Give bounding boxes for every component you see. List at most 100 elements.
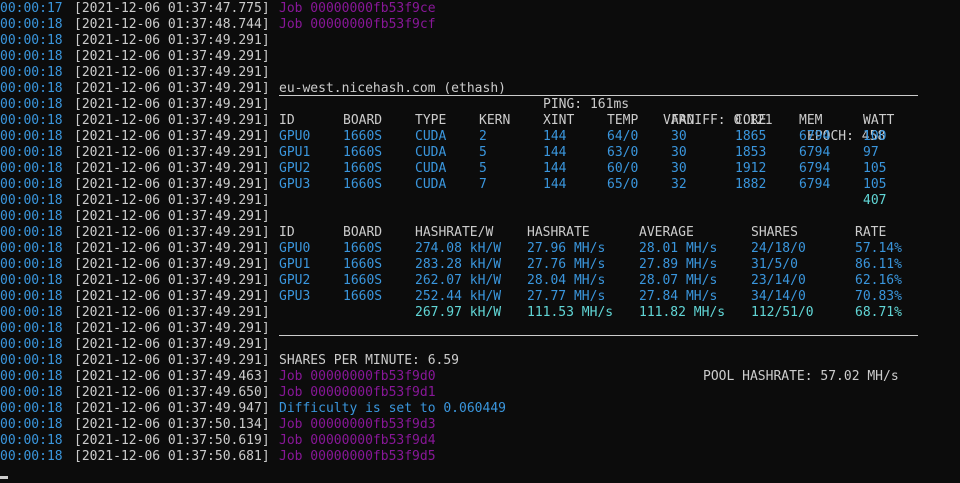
timestamp: [2021-12-06 01:37:49.291] — [74, 113, 270, 128]
uptime: 00:00:18 — [0, 241, 63, 256]
table-cell: TEMP — [607, 113, 639, 128]
log-line: 00:00:18 [2021-12-06 01:37:48.744] Job 000… — [0, 17, 960, 33]
table-cell: 274.08 kH/W — [415, 241, 502, 256]
table-cell: TYPE — [415, 113, 447, 128]
table-cell: GPU1 — [279, 257, 311, 272]
timestamp: [2021-12-06 01:37:49.947] — [74, 401, 270, 416]
table-cell: 62.16% — [855, 273, 902, 288]
table-cell: FAN — [671, 113, 695, 128]
table-cell: 283.28 kH/W — [415, 257, 502, 272]
table-cell: 27.84 MH/s — [639, 289, 718, 304]
uptime: 00:00:18 — [0, 177, 63, 192]
uptime: 00:00:18 — [0, 65, 63, 80]
uptime: 00:00:18 — [0, 273, 63, 288]
table-cell: 267.97 kH/W — [415, 305, 502, 320]
table-cell: ID — [279, 225, 295, 240]
table-cell: 144 — [543, 145, 567, 160]
log-message: Job 00000000fb53f9d3 — [279, 417, 436, 432]
table-cell: 1865 — [735, 129, 767, 144]
table-cell: 1660S — [343, 289, 383, 304]
timestamp: [2021-12-06 01:37:49.291] — [74, 209, 270, 224]
table-cell: KERN — [479, 113, 511, 128]
table-cell: 28.04 MH/s — [527, 273, 606, 288]
log-line: 00:00:17 [2021-12-06 01:37:47.775] Job 000… — [0, 1, 960, 17]
log-line: 00:00:18 [2021-12-06 01:37:50.134] Job 000… — [0, 417, 960, 433]
table-cell: 144 — [543, 129, 567, 144]
gpu-table-row: GPU0 1660S CUDA 2 144 64/0 30 1865 6794 100 — [279, 129, 919, 145]
log-line: 00:00:18 [2021-12-06 01:37:49.291] — [0, 65, 960, 81]
log-message: Job 00000000fb53f9cf — [279, 17, 436, 32]
log-line: 00:00:18 [2021-12-06 01:37:49.650] Job 000… — [0, 385, 960, 401]
miner-terminal[interactable]: 00:00:17 [2021-12-06 01:37:47.775] Job 000… — [0, 0, 960, 483]
timestamp: [2021-12-06 01:37:49.291] — [74, 321, 270, 336]
timestamp: [2021-12-06 01:37:49.291] — [74, 353, 270, 368]
log-line: 00:00:18 [2021-12-06 01:37:49.291] — [0, 33, 960, 49]
table-cell: HASHRATE/W — [415, 225, 494, 240]
uptime: 00:00:18 — [0, 401, 63, 416]
table-cell: 1912 — [735, 161, 767, 176]
uptime: 00:00:18 — [0, 369, 63, 384]
table-cell: 5 — [479, 145, 487, 160]
table-cell: CUDA — [415, 145, 447, 160]
table-cell: 1660S — [343, 161, 383, 176]
log-line: 00:00:18 [2021-12-06 01:37:50.681] Job 000… — [0, 449, 960, 465]
table-cell: 144 — [543, 161, 567, 176]
table-cell: 23/14/0 — [751, 273, 806, 288]
uptime: 00:00:18 — [0, 417, 63, 432]
timestamp: [2021-12-06 01:37:49.291] — [74, 97, 270, 112]
table-cell: 105 — [863, 161, 887, 176]
uptime: 00:00:18 — [0, 385, 63, 400]
table-cell: 1660S — [343, 241, 383, 256]
table-cell: SHARES — [751, 225, 798, 240]
uptime: 00:00:18 — [0, 209, 63, 224]
log-message: Job 00000000fb53f9d4 — [279, 433, 436, 448]
table-cell: 2 — [479, 129, 487, 144]
timestamp: [2021-12-06 01:37:48.744] — [74, 17, 270, 32]
timestamp: [2021-12-06 01:37:49.291] — [74, 305, 270, 320]
table-cell: GPU2 — [279, 161, 311, 176]
timestamp: [2021-12-06 01:37:49.291] — [74, 65, 270, 80]
timestamp: [2021-12-06 01:37:49.291] — [74, 257, 270, 272]
log-message: Job 00000000fb53f9d5 — [279, 449, 436, 464]
timestamp: [2021-12-06 01:37:49.291] — [74, 273, 270, 288]
table-cell: 7 — [479, 177, 487, 192]
table-cell: BOARD — [343, 113, 383, 128]
table-cell: 31/5/0 — [751, 257, 798, 272]
log-line: 00:00:18 [2021-12-06 01:37:49.291] — [0, 337, 960, 353]
table-cell: 27.77 MH/s — [527, 289, 606, 304]
uptime: 00:00:18 — [0, 17, 63, 32]
total-watt: 407 — [863, 193, 887, 208]
uptime: 00:00:18 — [0, 81, 63, 96]
uptime: 00:00:18 — [0, 33, 63, 48]
gpu-table-row: GPU2 1660S CUDA 5 144 60/0 30 1912 6794 105 — [279, 161, 919, 177]
gpu-table-header: ID BOARD TYPE KERN XINT TEMP FAN CORE MEM WATT — [279, 113, 919, 129]
table-cell: 6794 — [799, 145, 831, 160]
pool-info-line: eu-west.nicehash.com (ethash) PING: 161m… — [279, 65, 885, 144]
table-cell: GPU3 — [279, 289, 311, 304]
table-cell: GPU3 — [279, 177, 311, 192]
timestamp: [2021-12-06 01:37:49.291] — [74, 337, 270, 352]
log-line: 00:00:18 [2021-12-06 01:37:49.291] — [0, 193, 960, 209]
uptime: 00:00:18 — [0, 433, 63, 448]
timestamp: [2021-12-06 01:37:49.291] — [74, 193, 270, 208]
uptime: 00:00:18 — [0, 449, 63, 464]
uptime: 00:00:17 — [0, 1, 63, 16]
shares-per-minute: SHARES PER MINUTE: 6.59 — [279, 353, 460, 368]
table-cell: 1660S — [343, 177, 383, 192]
table-cell: 100 — [863, 129, 887, 144]
uptime: 00:00:18 — [0, 225, 63, 240]
table-cell: HASHRATE — [527, 225, 590, 240]
table-cell: 1882 — [735, 177, 767, 192]
table-cell: 1853 — [735, 145, 767, 160]
timestamp: [2021-12-06 01:37:50.619] — [74, 433, 270, 448]
timestamp: [2021-12-06 01:37:49.291] — [74, 241, 270, 256]
hash-table-row: GPU2 1660S 262.07 kH/W 28.04 MH/s 28.07 MH/s… — [279, 273, 919, 289]
table-cell: 27.76 MH/s — [527, 257, 606, 272]
hash-table-total: 267.97 kH/W 111.53 MH/s 111.82 MH/s 112/51/… — [279, 305, 919, 321]
log-message: Job 00000000fb53f9d1 — [279, 385, 436, 400]
gpu-table-row: GPU3 1660S CUDA 7 144 65/0 32 1882 6794 105 — [279, 177, 919, 193]
table-cell: CUDA — [415, 161, 447, 176]
divider-top — [279, 95, 918, 96]
uptime: 00:00:18 — [0, 193, 63, 208]
table-cell: MEM — [799, 113, 823, 128]
